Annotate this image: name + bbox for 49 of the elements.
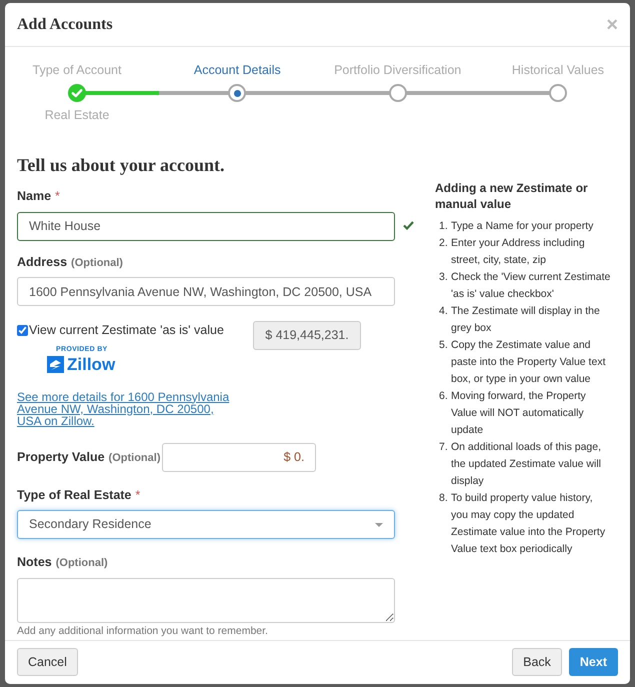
zestimate-value: $ 419,445,231. bbox=[253, 321, 361, 350]
help-step-text: On additional loads of this page, the updated Zestimate value will display bbox=[451, 440, 602, 489]
required-mark: * bbox=[135, 486, 140, 504]
help-step-text: Copy the Zestimate value and paste into the Property Value text box, or type in your own value bbox=[451, 338, 606, 387]
dialog-title: Add Accounts bbox=[17, 14, 113, 35]
field-label: Address bbox=[17, 254, 68, 270]
section-heading: Tell us about your account. bbox=[17, 154, 226, 177]
checkbox-label: View current Zestimate 'as is' value bbox=[29, 322, 224, 340]
caret-icon bbox=[375, 522, 383, 527]
real-estate-type-select[interactable]: Secondary Residence bbox=[17, 510, 395, 540]
step-number: 8. bbox=[439, 490, 449, 506]
help-step-text: Moving forward, the Property Value will NOT automatically update bbox=[451, 388, 587, 438]
optional-hint: (Optional) bbox=[108, 450, 160, 466]
details-link[interactable]: See more details for 1600 Pennsylvania Avenue NW, Washington, DC 20500, USA on Zillow. bbox=[17, 390, 232, 426]
optional-hint: (Optional) bbox=[56, 556, 108, 572]
step-sublabel: Real Estate bbox=[44, 107, 110, 124]
step-number: 2. bbox=[439, 236, 449, 251]
step-number: 1. bbox=[439, 218, 449, 234]
step-number: 7. bbox=[439, 440, 449, 455]
step-label: Historical Values bbox=[512, 62, 604, 80]
house-logo-icon bbox=[47, 356, 64, 372]
optional-hint: (Optional) bbox=[71, 256, 123, 270]
help-step-text: Check the 'View current Zestimate 'as is' value checkbox' bbox=[451, 270, 611, 302]
step-label: Portfolio Diversification bbox=[334, 62, 462, 80]
property-value-field[interactable]: $ 0. bbox=[162, 442, 316, 472]
step-number: 3. bbox=[439, 270, 449, 285]
brand-name: Zillow bbox=[67, 356, 116, 372]
help-step-text: The Zestimate will display in the grey box bbox=[451, 304, 601, 336]
field-label: Type of Real Estate bbox=[17, 486, 132, 504]
help-title: Adding a new Zestimate or manual value bbox=[435, 180, 589, 212]
required-mark: * bbox=[55, 188, 60, 205]
step-number: 4. bbox=[439, 304, 449, 319]
notes-field[interactable] bbox=[17, 578, 395, 623]
step-label: Account Details bbox=[194, 62, 281, 80]
zestimate-checkbox[interactable] bbox=[17, 325, 28, 336]
notes-help-text: Add any additional information you want to remember. bbox=[17, 624, 269, 639]
field-label: Property Value bbox=[17, 448, 105, 466]
step-number: 6. bbox=[439, 388, 449, 404]
back-button[interactable]: Back bbox=[512, 648, 562, 676]
help-step-text: To build property value history, you may copy the updated Zestimate value into the Property Value text box periodically bbox=[451, 490, 606, 557]
step-number: 5. bbox=[439, 338, 449, 353]
field-label: Notes bbox=[17, 554, 52, 572]
step-label: Type of Account bbox=[32, 62, 122, 80]
name-field[interactable]: White House bbox=[17, 212, 395, 240]
field-label: Name bbox=[17, 188, 52, 205]
help-step-text: Type a Name for your property bbox=[451, 218, 594, 234]
help-step-text: Enter your Address including street, city, state, zip bbox=[451, 236, 586, 268]
address-field[interactable]: 1600 Pennsylvania Avenue NW, Washington, DC 20500, USA bbox=[17, 277, 395, 306]
cancel-button[interactable]: Cancel bbox=[17, 648, 78, 676]
